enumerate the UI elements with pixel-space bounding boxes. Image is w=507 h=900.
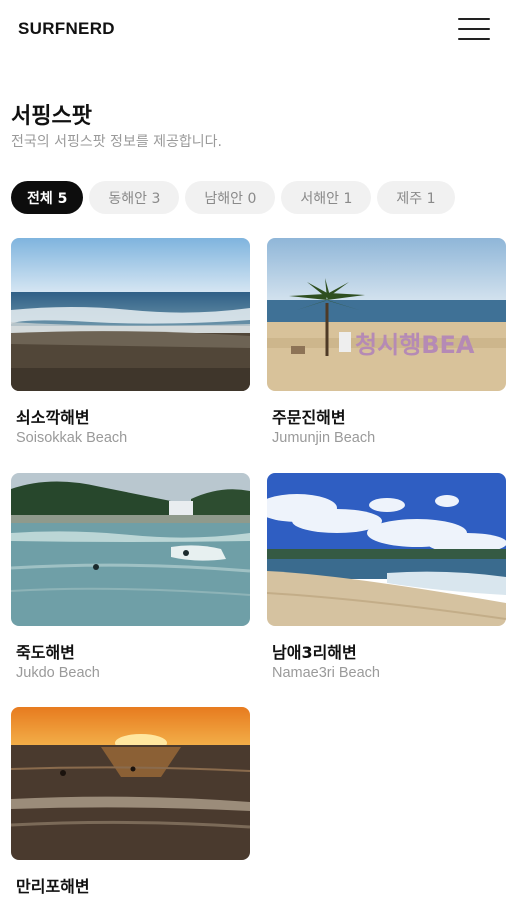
spot-name-en: Soisokkak Beach	[16, 430, 128, 446]
filter-chip-south-coast[interactable]: 남해안 0	[185, 181, 276, 214]
beach-photo-jumunjin: 청시행BEA	[267, 238, 506, 391]
beach-photo-soisokkak	[11, 238, 250, 391]
beach-photo-mallipo-sunset	[11, 707, 250, 860]
spot-card[interactable]: 죽도해변 Jukdo Beach	[11, 473, 250, 681]
spot-name-ko: 죽도해변	[16, 643, 75, 662]
page-title: 서핑스팟	[11, 104, 92, 129]
spot-name-en: Namae3ri Beach	[272, 665, 380, 681]
app-header: SURFNERD	[0, 0, 507, 60]
spot-name-ko: 쇠소깍해변	[16, 408, 90, 427]
filter-chip-west-coast[interactable]: 서해안 1	[281, 181, 372, 214]
spot-card[interactable]: 청시행BEA 주문진해변 Jumunjin Beach	[267, 238, 506, 446]
spot-name-ko: 주문진해변	[272, 408, 346, 427]
hamburger-menu-icon[interactable]	[458, 16, 492, 42]
beach-photo-namae	[267, 473, 506, 626]
app-logo[interactable]: SURFNERD	[18, 19, 115, 39]
filter-chip-all[interactable]: 전체 5	[11, 181, 84, 214]
spot-name-ko: 만리포해변	[16, 877, 90, 896]
spot-card[interactable]: 만리포해변	[11, 707, 250, 896]
spot-name-en: Jumunjin Beach	[272, 430, 376, 446]
region-filter-tabs: 전체 5 동해안 3 남해안 0 서해안 1 제주 1	[11, 181, 455, 214]
spot-card[interactable]: 남애3리해변 Namae3ri Beach	[267, 473, 506, 681]
filter-chip-east-coast[interactable]: 동해안 3	[89, 181, 180, 214]
beach-photo-jukdo	[11, 473, 250, 626]
beach-sign-text: 청시행BEA	[355, 331, 475, 359]
spot-name-ko: 남애3리해변	[272, 643, 357, 662]
filter-chip-jeju[interactable]: 제주 1	[377, 181, 455, 214]
spot-name-en: Jukdo Beach	[16, 665, 100, 681]
page-subtitle: 전국의 서핑스팟 정보를 제공합니다.	[11, 134, 222, 150]
spot-card[interactable]: 쇠소깍해변 Soisokkak Beach	[11, 238, 250, 446]
